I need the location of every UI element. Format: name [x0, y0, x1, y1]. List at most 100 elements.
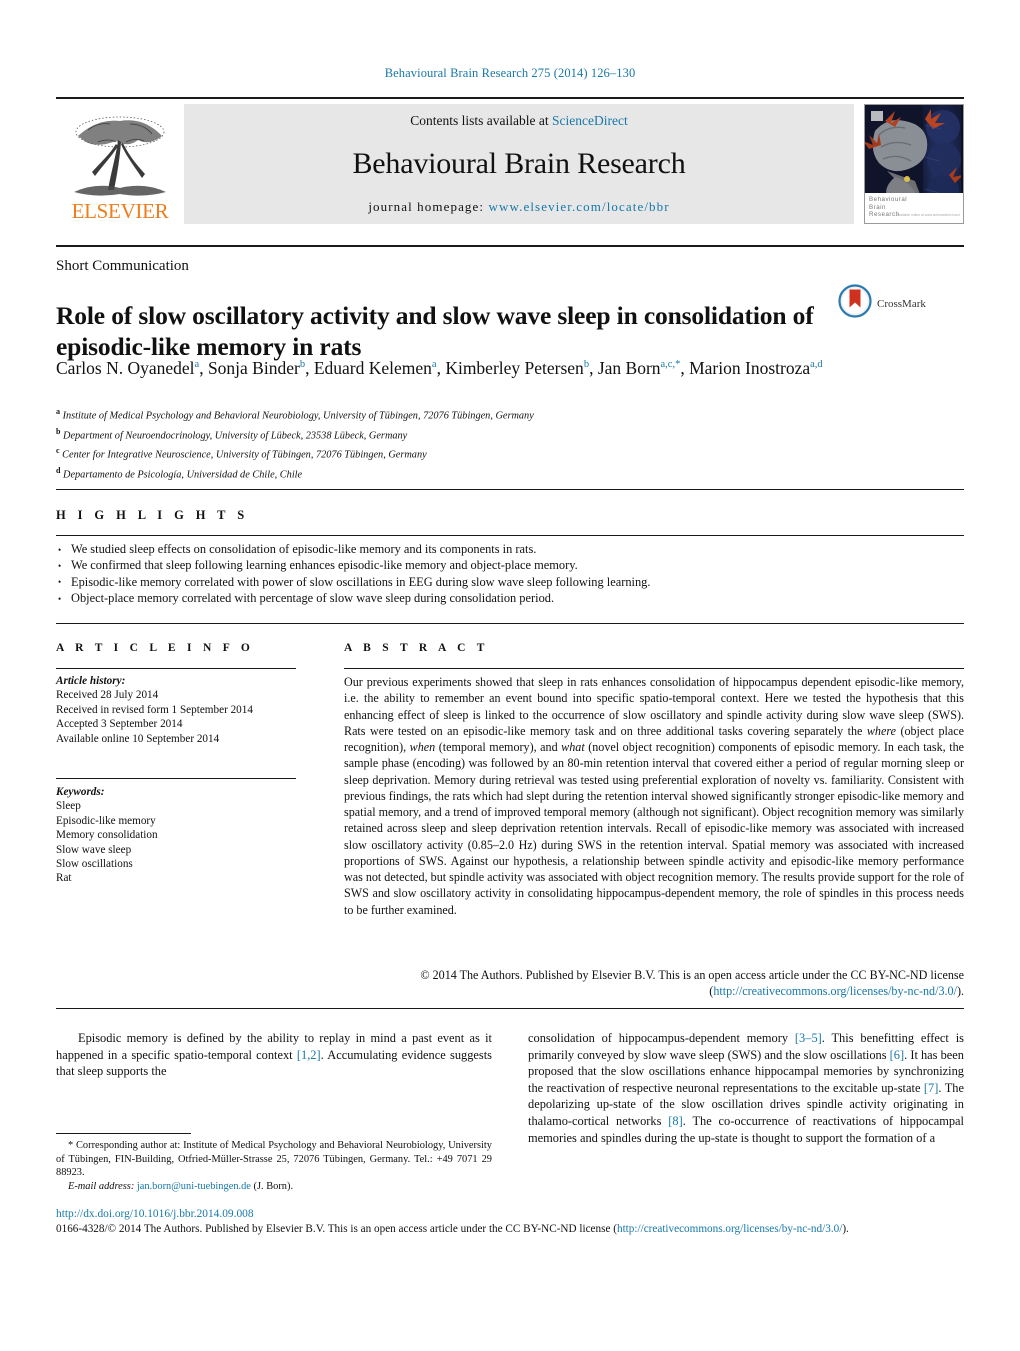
issn-text: 0166-4328/© 2014 The Authors. Published … — [56, 1223, 617, 1235]
abstract-italic-what: what — [561, 740, 585, 754]
affiliation-text: Center for Integrative Neuroscience, Uni… — [62, 449, 427, 461]
citation-link[interactable]: [6] — [890, 1048, 904, 1062]
articleinfo-top-divider — [56, 623, 964, 624]
contents-prefix: Contents lists available at — [410, 113, 552, 128]
author-item: Carlos N. Oyanedela — [56, 358, 199, 378]
paragraph-part: consolidation of hippocampus-dependent m… — [528, 1031, 795, 1045]
citation-link[interactable]: [8] — [668, 1114, 682, 1128]
author-name: Carlos N. Oyanedel — [56, 357, 195, 378]
contents-list-line: Contents lists available at ScienceDirec… — [410, 113, 627, 129]
author-affil-mark: b — [299, 359, 306, 370]
author-name: Marion Inostroza — [689, 357, 811, 378]
author-name: Kimberley Petersen — [445, 357, 584, 378]
keyword-item: Rat — [56, 872, 72, 885]
author-affil-mark: a,c,* — [660, 359, 681, 370]
highlight-text: We studied sleep effects on consolidatio… — [71, 542, 537, 556]
author-item: Kimberley Petersenb — [445, 358, 589, 378]
email-suffix: (J. Born). — [250, 1180, 294, 1192]
abstract-divider — [344, 668, 964, 669]
body-paragraph: consolidation of hippocampus-dependent m… — [528, 1030, 964, 1146]
running-head: Behavioural Brain Research 275 (2014) 12… — [384, 66, 636, 80]
sciencedirect-link[interactable]: ScienceDirect — [552, 113, 628, 128]
article-history-label: Article history: — [56, 675, 126, 687]
author-item: Sonja Binderb — [208, 358, 305, 378]
highlights-heading: H I G H L I G H T S — [56, 508, 249, 522]
keyword-item: Slow wave sleep — [56, 843, 132, 856]
keyword-item: Sleep — [56, 800, 81, 813]
affiliation-text: Department of Neuroendocrinology, Univer… — [63, 430, 408, 442]
banner-center: Contents lists available at ScienceDirec… — [184, 104, 854, 224]
abstract-heading: A B S T R A C T — [344, 642, 489, 654]
affiliation-mark: c — [56, 446, 60, 456]
affiliation-item: b Department of Neuroendocrinology, Univ… — [56, 424, 676, 444]
affiliation-mark: a — [56, 407, 60, 416]
crossmark-label: CrossMark — [877, 297, 926, 310]
body-column-right: consolidation of hippocampus-dependent m… — [528, 1030, 964, 1146]
history-item: Received 28 July 2014 — [56, 689, 159, 702]
abstract-copyright: © 2014 The Authors. Published by Elsevie… — [344, 967, 964, 1000]
issn-copyright-line: 0166-4328/© 2014 The Authors. Published … — [56, 1222, 964, 1236]
header-divider — [56, 245, 964, 247]
citation-link[interactable]: [7] — [924, 1081, 938, 1095]
abstract-italic-when: when — [409, 740, 436, 754]
list-item: • Episodic-like memory correlated with po… — [56, 574, 964, 590]
keywords-divider — [56, 778, 296, 779]
history-item: Accepted 3 September 2014 — [56, 718, 183, 731]
article-section-type: Short Communication — [56, 258, 189, 274]
cover-image: Behavioural Brain Research available onl… — [864, 104, 964, 224]
citation-link[interactable]: [3–5] — [795, 1031, 822, 1045]
affiliation-item: d Departamento de Psicología, Universida… — [56, 463, 676, 483]
list-item: • Object-place memory correlated with per… — [56, 590, 964, 606]
article-info-heading: A R T I C L E I N F O — [56, 642, 255, 654]
email-label: E-mail address: — [68, 1180, 135, 1192]
abstract-part: (novel object recognition) components of… — [344, 740, 965, 917]
journal-article-page: Behavioural Brain Research 275 (2014) 12… — [0, 0, 1020, 1351]
author-affil-mark: a — [194, 359, 200, 370]
cover-caption-tiny: available online at www.sciencedirect.co… — [896, 213, 960, 218]
abstract-text: Our previous experiments showed that sle… — [344, 674, 964, 918]
keyword-item: Slow oscillations — [56, 858, 133, 871]
author-item: Marion Inostrozaa,d — [689, 358, 823, 378]
affiliation-text: Institute of Medical Psychology and Beha… — [62, 410, 534, 422]
author-affil-mark: a,d — [810, 359, 823, 370]
affiliation-mark: d — [56, 465, 61, 475]
list-item: • We confirmed that sleep following learn… — [56, 557, 964, 573]
highlight-text: Object-place memory correlated with perc… — [71, 591, 555, 606]
footnote-block: * Corresponding author at: Institute of … — [56, 1139, 492, 1193]
highlights-list: • We studied sleep effects on consolidati… — [56, 541, 964, 607]
crossmark-badge[interactable]: CrossMark — [838, 284, 926, 323]
journal-homepage-line: journal homepage: www.elsevier.com/locat… — [368, 199, 669, 215]
affiliation-mark: b — [56, 426, 61, 436]
corresponding-author-note: * Corresponding author at: Institute of … — [56, 1139, 492, 1180]
doi-link[interactable]: http://dx.doi.org/10.1016/j.bbr.2014.09.… — [56, 1207, 254, 1221]
homepage-url-link[interactable]: www.elsevier.com/locate/bbr — [488, 199, 669, 214]
footer-license-link[interactable]: http://creativecommons.org/licenses/by-n… — [617, 1223, 842, 1235]
author-item: Eduard Kelemena — [314, 358, 437, 378]
highlight-text: Episodic-like memory correlated with pow… — [71, 574, 651, 589]
history-item: Received in revised form 1 September 201… — [56, 703, 253, 716]
body-paragraph: Episodic memory is defined by the abilit… — [56, 1030, 492, 1080]
body-column-left: Episodic memory is defined by the abilit… — [56, 1030, 492, 1080]
journal-title: Behavioural Brain Research — [352, 147, 686, 180]
email-link[interactable]: jan.born@uni-tuebingen.de — [137, 1181, 251, 1192]
author-name: Eduard Kelemen — [313, 357, 432, 378]
keyword-item: Memory consolidation — [56, 829, 158, 842]
cover-caption-line2: Brain — [869, 203, 886, 211]
author-name: Sonja Binder — [207, 357, 300, 378]
bullet-icon: • — [58, 593, 62, 604]
license-link[interactable]: http://creativecommons.org/licenses/by-n… — [713, 984, 957, 998]
highlights-top-divider — [56, 489, 964, 490]
crossmark-icon — [838, 284, 872, 323]
footnote-text: Corresponding author at: Institute of Me… — [56, 1140, 492, 1179]
author-name: Jan Born — [597, 357, 661, 378]
abstract-part: (temporal memory), and — [435, 740, 562, 754]
cover-caption: Behavioural Brain Research available onl… — [865, 193, 963, 223]
keyword-item: Episodic-like memory — [56, 814, 156, 827]
citation-link[interactable]: [1,2] — [297, 1048, 321, 1062]
article-history: Article history: Received 28 July 2014 R… — [56, 674, 311, 746]
author-affil-mark: a — [431, 359, 437, 370]
copyright-suffix: ). — [956, 984, 964, 999]
affiliation-item: a Institute of Medical Psychology and Be… — [56, 404, 676, 424]
author-item: Jan Borna,c,* — [598, 358, 681, 378]
author-list: Carlos N. Oyanedela, Sonja Binderb, Edua… — [56, 357, 823, 378]
